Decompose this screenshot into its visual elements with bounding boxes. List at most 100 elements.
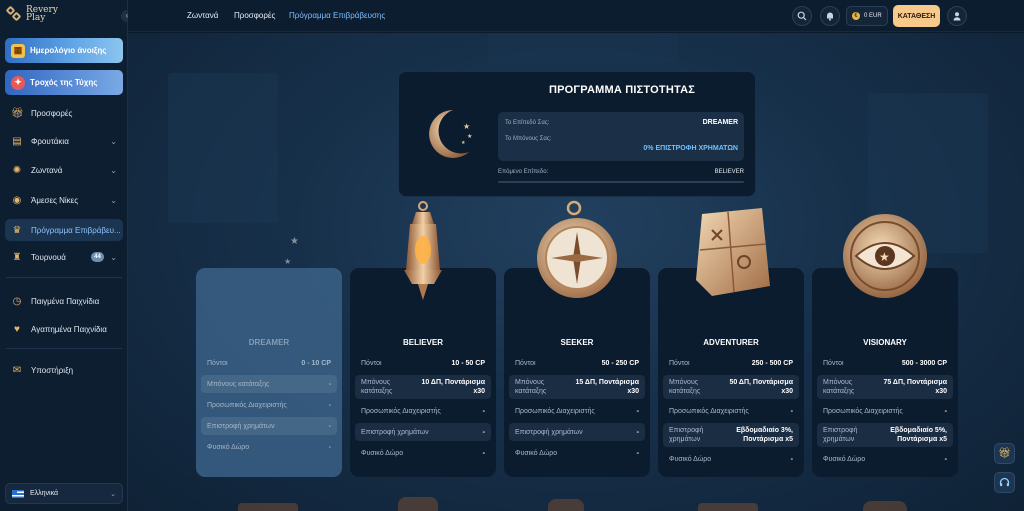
loyalty-level-card: Το Επίπεδό Σας: DREAMER Το Μπόνους Σας: … xyxy=(498,112,744,161)
tier-row-value: - xyxy=(328,401,331,409)
tier-row-value: 10 - 50 CP xyxy=(451,359,485,367)
gift-icon: 🎁︎ xyxy=(11,107,24,119)
tier-row: Πόντοι 10 - 50 CP xyxy=(355,354,491,372)
sidebar-item-favorite-games[interactable]: ♥ Αγαπημένα Παιχνίδια xyxy=(5,318,123,340)
tier-row-label: Επιστροφή χρημάτων xyxy=(361,428,429,436)
header-nav-loyalty[interactable]: Πρόγραμμα Επιβράβευσης xyxy=(289,11,385,20)
tier-row-value: 500 - 3000 CP xyxy=(901,359,947,367)
tier-row: Φυσικό Δώρο - xyxy=(509,444,645,462)
promo-wheel-of-fortune[interactable]: ✦ Τροχός της Τύχης xyxy=(5,70,123,95)
sidebar-divider xyxy=(6,277,122,278)
header-nav-promotions[interactable]: Προσφορές xyxy=(234,11,275,20)
tier-row-label: Μπόνους κατάταξης xyxy=(361,379,393,395)
tier-name: VISIONARY xyxy=(863,338,907,347)
sidebar-item-promotions[interactable]: 🎁︎ Προσφορές xyxy=(5,102,123,124)
user-icon xyxy=(953,12,961,21)
bonus-value: 0% ΕΠΙΣΤΡΟΦΗ ΧΡΗΜΑΤΩΝ xyxy=(643,145,738,152)
crown-icon: ♛ xyxy=(12,224,22,236)
level-progress-bar xyxy=(498,181,744,183)
crescent-moon-icon: ★ ★ xyxy=(247,210,308,291)
sidebar-item-tournaments[interactable]: ♜ Τουρνουά 44 ⌄ xyxy=(5,246,123,268)
tier-row-value: - xyxy=(482,428,485,436)
calendar-icon: ▦ xyxy=(11,43,25,58)
loyalty-title: ΠΡΟΓΡΑΜΜΑ ΠΙΣΤΟΤΗΤΑΣ xyxy=(548,84,696,96)
background-shape xyxy=(488,33,678,63)
sidebar-item-played-games[interactable]: ◷ Παιγμένα Παιχνίδια xyxy=(5,290,123,312)
tier-row-label: Επιστροφή χρημάτων xyxy=(823,427,858,443)
logo[interactable]: Revery Play xyxy=(5,6,58,23)
next-row-art xyxy=(238,503,298,511)
promo-spring-calendar[interactable]: ▦ Ημερολόγιο άνοιξης xyxy=(5,38,123,63)
headset-icon xyxy=(999,477,1010,487)
chevron-down-icon[interactable]: ⌄ xyxy=(110,137,117,146)
next-level-value: BELIEVER xyxy=(714,169,744,175)
svg-text:★: ★ xyxy=(467,133,472,140)
balance-display[interactable]: € 0 EUR xyxy=(846,6,888,26)
svg-text:★: ★ xyxy=(463,122,470,131)
notifications-button[interactable] xyxy=(820,6,840,26)
sidebar-item-label: Παιγμένα Παιχνίδια xyxy=(31,296,100,306)
tier-row: Μπόνους κατάταξης - xyxy=(201,375,337,393)
search-button[interactable] xyxy=(792,6,812,26)
deposit-button[interactable]: ΚΑΤΑΘΕΣΗ xyxy=(893,5,940,27)
search-icon xyxy=(797,11,807,21)
tier-row-label: Φυσικό Δώρο xyxy=(361,449,404,457)
tier-row: Μπόνους κατάταξης 15 ΔΠ, Ποντάρισμα x30 xyxy=(509,375,645,399)
logo-text-line2: Play xyxy=(26,13,46,23)
sidebar-item-instant-wins[interactable]: ◉ Άμεσες Νίκες ⌄ xyxy=(5,189,123,211)
sidebar-item-label: Φρουτάκια xyxy=(31,136,69,146)
chevron-down-icon[interactable]: ⌄ xyxy=(110,196,117,205)
sidebar-item-live[interactable]: ✺ Ζωντανά ⌄ xyxy=(5,159,123,181)
tier-row-label: Πόντοι xyxy=(361,359,382,367)
sidebar-item-support[interactable]: ✉ Υποστήριξη xyxy=(5,359,123,381)
support-chat-button[interactable] xyxy=(994,472,1015,493)
tier-card-seeker: SEEKER Πόντοι 50 - 250 CP Μπόνους κατάταξη… xyxy=(504,200,650,477)
bell-icon xyxy=(827,12,833,21)
tier-row: Επιστροφή χρημάτων - xyxy=(201,417,337,435)
tier-row-value: - xyxy=(790,407,793,415)
tier-row: Μπόνους κατάταξης 75 ΔΠ, Ποντάρισμα x30 xyxy=(817,375,953,399)
chevron-down-icon[interactable]: ⌄ xyxy=(110,253,117,262)
sidebar-item-loyalty[interactable]: ♛ Πρόγραμμα Επιβράβευ... xyxy=(5,219,123,241)
language-selector[interactable]: Ελληνικά ⌄ xyxy=(5,483,123,504)
promo-label: Τροχός της Τύχης xyxy=(30,78,98,87)
chevron-down-icon[interactable]: ⌄ xyxy=(110,166,117,175)
tier-row-value: - xyxy=(636,428,639,436)
tier-row-value: 75 ΔΠ, Ποντάρισμα x30 xyxy=(883,379,947,395)
tier-row-value: 0 - 10 CP xyxy=(301,359,331,367)
treasure-map-icon xyxy=(696,208,770,296)
crescent-moon-icon: ★ ★ ★ xyxy=(429,110,472,158)
tier-row-label: Πόντοι xyxy=(207,359,228,367)
next-row-art xyxy=(863,501,907,511)
sidebar-item-label: Άμεσες Νίκες xyxy=(31,195,79,205)
heart-icon: ♥ xyxy=(14,323,20,335)
tier-row-label: Προσωπικός Διαχειριστής xyxy=(515,407,595,415)
profile-button[interactable] xyxy=(947,6,967,26)
sidebar-item-label: Τουρνουά xyxy=(31,252,66,262)
euro-coin-icon: € xyxy=(852,12,860,20)
tier-row-value: - xyxy=(482,407,485,415)
tier-row-value: 250 - 500 CP xyxy=(751,359,793,367)
sidebar-item-label: Υποστήριξη xyxy=(31,365,74,375)
bonus-label: Το Μπόνους Σας: xyxy=(505,136,552,142)
tier-row: Προσωπικός Διαχειριστής - xyxy=(509,402,645,420)
sidebar-divider xyxy=(6,348,122,349)
tier-row-label: Μπόνους κατάταξης xyxy=(515,379,547,395)
sidebar: Revery Play ▦ Ημερολόγιο άνοιξης ✦ Τροχό… xyxy=(0,0,128,511)
svg-text:★: ★ xyxy=(879,250,890,264)
gift-button[interactable]: 🎁︎ xyxy=(994,443,1015,464)
tier-row-label: Πόντοι xyxy=(823,359,844,367)
tier-row: Πόντοι 250 - 500 CP xyxy=(663,354,799,372)
tier-row-value: - xyxy=(328,422,331,430)
tier-row-label: Πόντοι xyxy=(669,359,690,367)
svg-text:★: ★ xyxy=(290,236,299,247)
tier-row-label: Φυσικό Δώρο xyxy=(207,443,250,451)
tier-row-value: Εβδομαδιαίο 5%, Ποντάρισμα x5 xyxy=(890,427,947,443)
tier-name: BELIEVER xyxy=(402,338,443,347)
sidebar-item-slots[interactable]: ▤ Φρουτάκια ⌄ xyxy=(5,130,123,152)
tier-row: Φυσικό Δώρο - xyxy=(663,450,799,468)
tier-card-visionary: ★ VISIONARY Πόντοι 500 - 3000 CP Μπόνους κ… xyxy=(812,214,958,477)
tier-row-label: Προσωπικός Διαχειριστής xyxy=(669,407,749,415)
trophy-icon: ♜ xyxy=(12,251,22,263)
header-nav-live[interactable]: Ζωντανά xyxy=(187,11,218,20)
